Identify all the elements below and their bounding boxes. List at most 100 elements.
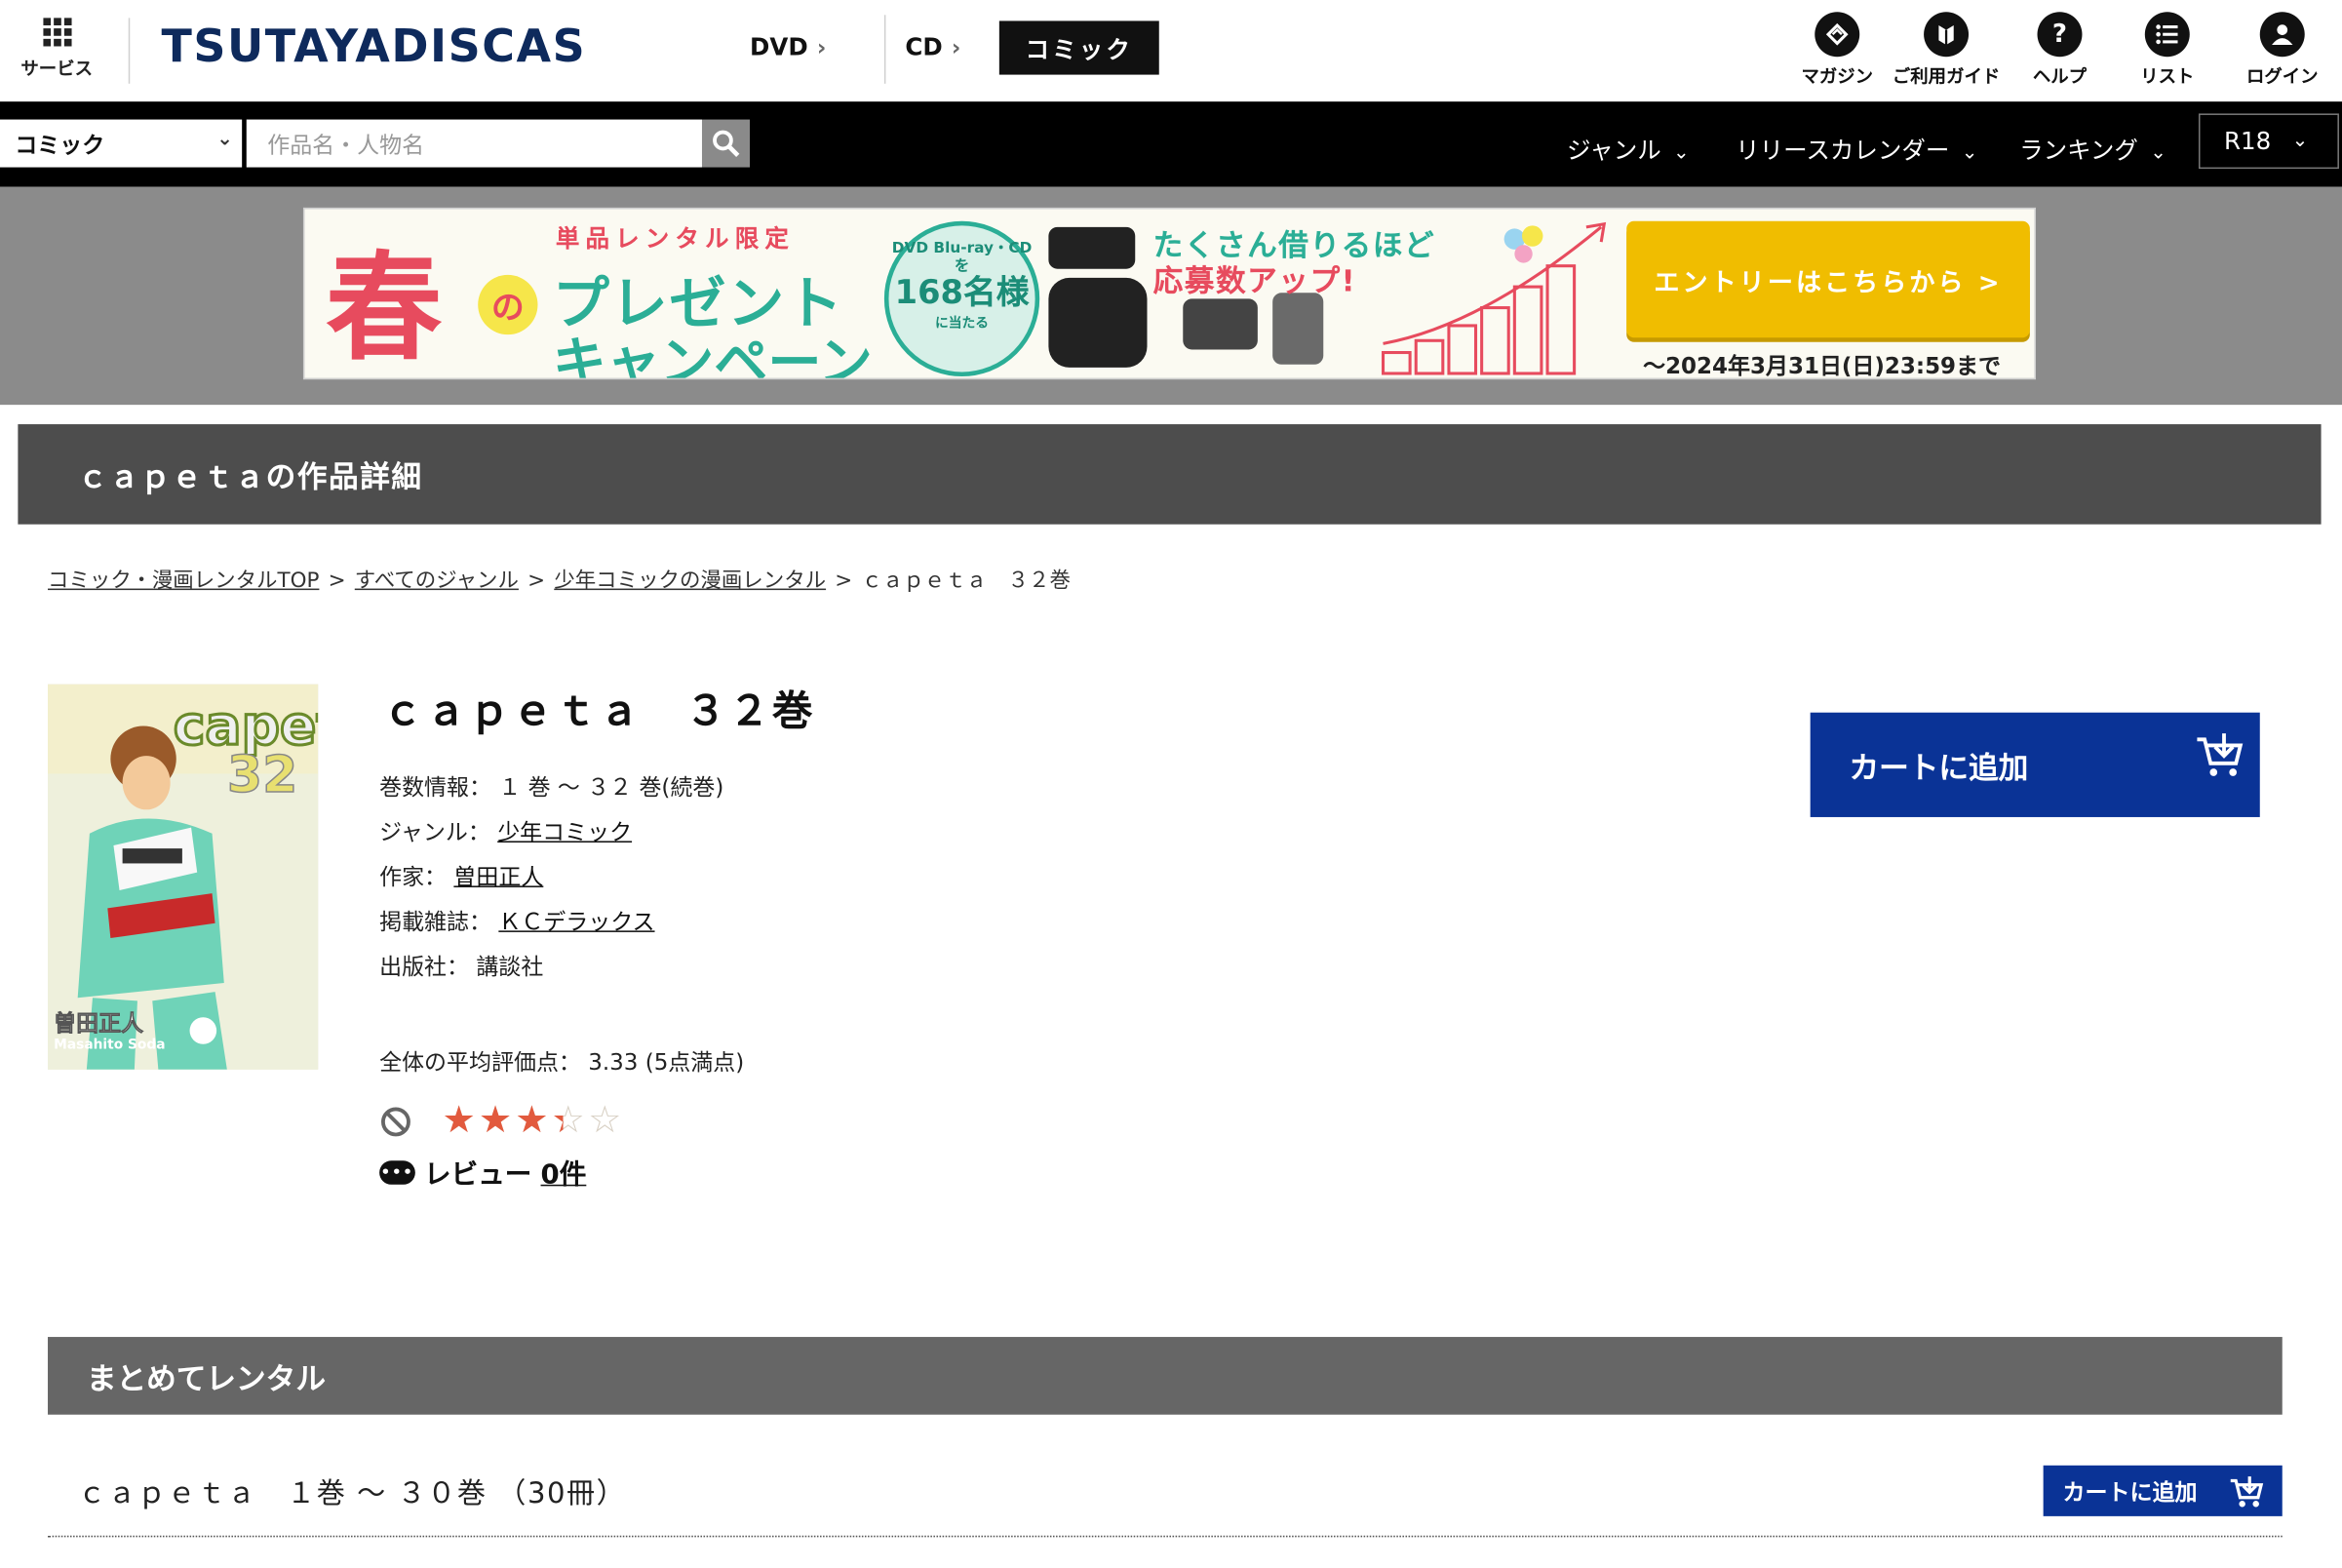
banner-circle-b: 168名様 <box>894 274 1030 313</box>
star-5[interactable]: ☆ <box>588 1099 621 1141</box>
add-to-cart-button[interactable]: カートに追加 <box>1810 712 2260 817</box>
banner-circle-a: DVD Blu-ray・CDを <box>891 240 1033 275</box>
category-select-value: コミック <box>15 131 105 158</box>
service-menu[interactable]: サービス <box>12 15 101 80</box>
banner-circle-c: に当たる <box>934 316 990 333</box>
average-rating: 全体の平均評価点： 3.33 (5点満点) <box>379 1045 744 1077</box>
help-link[interactable]: ? ヘルプ <box>2006 12 2113 88</box>
rating-label: 全体の平均評価点： <box>379 1048 581 1076</box>
chat-bubble-icon: ••• <box>379 1160 415 1185</box>
volumes-label: 巻数情報： <box>379 773 492 802</box>
breadcrumb-separator: > <box>527 568 546 594</box>
growth-chart-illustration <box>1382 221 1607 375</box>
guide-icon <box>1924 12 1970 58</box>
page-title: ｃａｐｅｔａの作品詳細 <box>77 458 423 495</box>
breadcrumb-all-genres[interactable]: すべてのジャンル <box>355 569 519 594</box>
divider <box>128 18 131 84</box>
banner-limited: 単品レンタル限定 <box>555 223 795 253</box>
rating-value: 3.33 (5点満点) <box>588 1048 745 1076</box>
speaker-image <box>1048 226 1136 269</box>
menu-release-calendar-label: リリースカレンダー <box>1736 136 1950 165</box>
magazine-info-link[interactable]: ＫＣデラックス <box>498 908 654 935</box>
review-label: レビュー <box>424 1158 532 1191</box>
magazine-label: マガジン <box>1801 65 1874 87</box>
help-icon: ? <box>2037 12 2083 58</box>
earbuds-image <box>1048 277 1148 368</box>
bundle-section-header: まとめてレンタル <box>48 1337 2283 1415</box>
star-rating[interactable]: ☆★☆★☆★☆★☆ <box>442 1099 621 1141</box>
campaign-banner[interactable]: 春 の 単品レンタル限定 プレゼント キャンペーン DVD Blu-ray・CD… <box>302 207 2036 380</box>
breadcrumb-comic-top[interactable]: コミック・漫画レンタルTOP <box>48 569 319 594</box>
author-info: 作家： 曽田正人 <box>379 860 543 891</box>
publisher-label: 出版社： <box>379 953 470 980</box>
banner-title-2: キャンペーン <box>552 333 873 380</box>
author-label: 作家： <box>379 863 448 891</box>
chevron-down-icon: ⌄ <box>2291 130 2309 153</box>
breadcrumb-separator: > <box>835 568 853 594</box>
genre-info: ジャンル： 少年コミック <box>379 815 632 846</box>
page-title-bar: ｃａｐｅｔａの作品詳細 <box>18 424 2322 525</box>
author-link[interactable]: 曽田正人 <box>453 863 543 890</box>
search-button[interactable] <box>701 119 751 168</box>
entry-button[interactable]: エントリーはこちらから > <box>1626 220 2030 338</box>
tab-dvd[interactable]: DVD › <box>750 33 826 61</box>
breadcrumb-current: ｃａｐｅｔａ ３２巻 <box>861 568 1071 594</box>
tab-comic-label: コミック <box>1025 35 1133 64</box>
banner-deadline: 〜2024年3月31日(日)23:59まで <box>1643 352 2002 380</box>
site-header: サービス TSUTAYADISCAS DVD › CD › コミック マガジン ご利… <box>0 0 2342 102</box>
star-2[interactable]: ☆ ★ <box>479 1099 512 1141</box>
login-icon <box>2259 12 2305 58</box>
search-input[interactable]: 作品名・人物名 <box>246 119 702 168</box>
tab-cd[interactable]: CD › <box>905 33 960 61</box>
star-3[interactable]: ☆ ★ <box>515 1099 548 1141</box>
guide-link[interactable]: ご利用ガイド <box>1893 12 2000 88</box>
tab-cd-label: CD <box>905 32 943 61</box>
genre-label: ジャンル： <box>379 818 490 846</box>
menu-genre[interactable]: ジャンル ⌄ <box>1567 130 1690 166</box>
banner-haru: 春 <box>325 240 443 377</box>
help-label: ヘルプ <box>2032 65 2088 87</box>
chevron-right-icon: › <box>816 34 827 61</box>
disc-image <box>1272 293 1324 365</box>
menu-release-calendar[interactable]: リリースカレンダー ⌄ <box>1736 130 1977 166</box>
chevron-down-icon: ⌄ <box>216 128 233 151</box>
product-title: ｃａｐｅｔａ ３２巻 <box>382 688 816 735</box>
tab-comic[interactable]: コミック <box>998 20 1159 75</box>
cover-author-jp: 曽田正人 <box>54 1010 143 1037</box>
banner-prize-circle: DVD Blu-ray・CDを 168名様 に当たる <box>883 220 1040 377</box>
magazine-icon <box>1815 12 1860 58</box>
star-4[interactable]: ☆★ <box>552 1099 585 1141</box>
magazine-info-label: 掲載雑誌： <box>379 908 492 935</box>
menu-ranking[interactable]: ランキング ⌄ <box>2019 130 2166 166</box>
menu-genre-label: ジャンル <box>1566 136 1661 165</box>
category-select[interactable]: コミック ⌄ <box>0 119 243 168</box>
breadcrumb-separator: > <box>328 568 346 594</box>
breadcrumb-shonen[interactable]: 少年コミックの漫画レンタル <box>554 569 826 594</box>
list-label: リスト <box>2140 65 2195 87</box>
review-count-link[interactable]: 0件 <box>541 1154 587 1193</box>
star-1[interactable]: ☆ ★ <box>442 1099 475 1141</box>
row-divider <box>48 1535 2283 1538</box>
genre-link[interactable]: 少年コミック <box>497 818 632 845</box>
cart-icon <box>2230 1476 2264 1508</box>
chevron-right-icon: › <box>951 34 961 61</box>
bundle-add-to-cart-button[interactable]: カートに追加 <box>2043 1465 2283 1516</box>
grid-icon <box>42 18 71 47</box>
add-to-cart-label: カートに追加 <box>1849 749 2029 786</box>
cover-volume-number: 32 <box>227 746 297 804</box>
cover-author-en: Masahito Soda <box>54 1037 165 1052</box>
login-link[interactable]: ログイン <box>2229 12 2336 88</box>
list-link[interactable]: リスト <box>2114 12 2221 88</box>
list-icon <box>2144 12 2190 58</box>
bundle-add-to-cart-label: カートに追加 <box>2062 1477 2198 1506</box>
banner-no: の <box>478 274 538 335</box>
publisher-value: 講談社 <box>476 953 544 980</box>
dvd-player-image <box>1183 298 1258 350</box>
r18-toggle[interactable]: R18 ⌄ <box>2198 113 2339 170</box>
chevron-down-icon: ⌄ <box>2150 141 2166 165</box>
cart-icon <box>2197 733 2244 776</box>
magazine-link[interactable]: マガジン <box>1783 12 1891 88</box>
site-logo[interactable]: TSUTAYADISCAS <box>161 20 586 73</box>
no-rating-icon[interactable] <box>379 1106 412 1139</box>
login-label: ログイン <box>2245 65 2319 87</box>
